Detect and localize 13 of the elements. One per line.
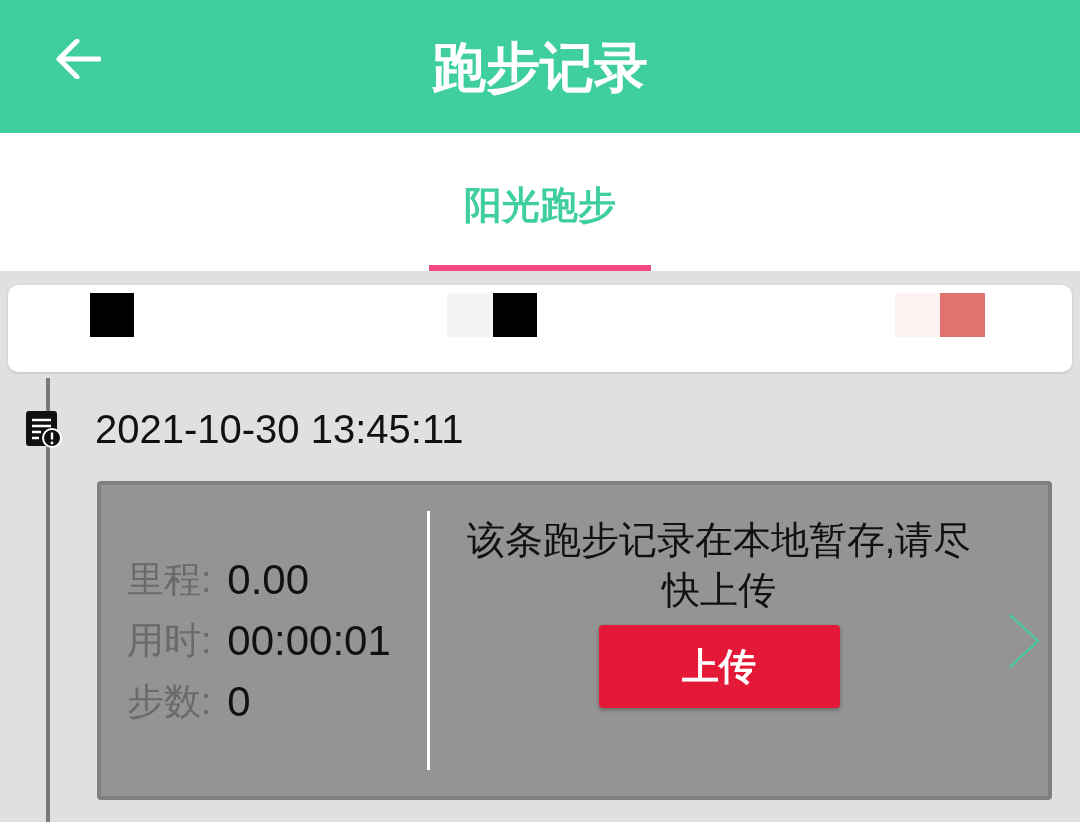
upload-reminder-text: 该条跑步记录在本地暂存,请尽快上传 xyxy=(465,518,973,613)
stat-value: 0.00 xyxy=(227,558,310,601)
stat-value: 00:00:01 xyxy=(227,619,391,662)
square-icon xyxy=(895,293,985,337)
square-icon xyxy=(90,293,134,337)
upload-button[interactable]: 上传 xyxy=(598,625,840,708)
square-icon xyxy=(447,293,537,337)
record-time: 2021-10-30 13:45:11 xyxy=(95,407,464,451)
back-arrow-icon[interactable] xyxy=(55,39,101,79)
stat-value: 0 xyxy=(227,680,251,723)
document-alert-icon xyxy=(26,410,62,448)
chevron-right-icon[interactable] xyxy=(1008,612,1040,669)
page-title: 跑步记录 xyxy=(432,39,648,94)
